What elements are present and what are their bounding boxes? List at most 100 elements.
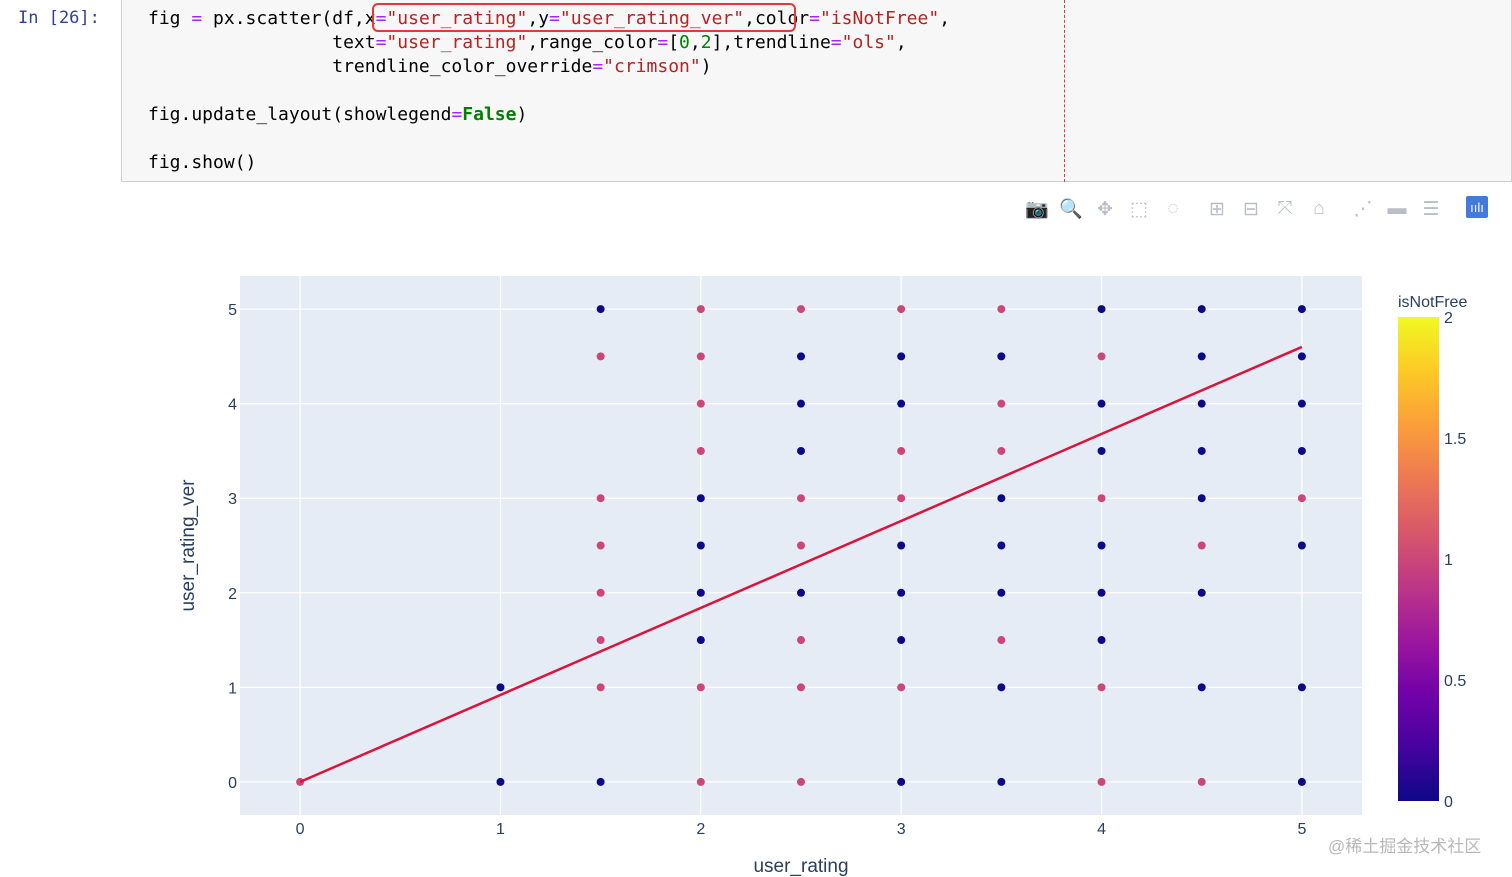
scatter-point bbox=[1097, 636, 1106, 645]
scatter-point bbox=[1197, 494, 1206, 503]
scatter-point bbox=[1197, 541, 1206, 550]
scatter-point bbox=[1097, 541, 1106, 550]
scatter-point bbox=[1297, 352, 1306, 361]
scatter-point bbox=[897, 636, 906, 645]
scatter-point bbox=[1197, 683, 1206, 692]
y-axis-title: user_rating_ver bbox=[178, 479, 199, 612]
scatter-point bbox=[797, 636, 805, 645]
x-tick-label: 1 bbox=[496, 821, 505, 838]
scatter-point bbox=[696, 636, 705, 645]
scatter-point bbox=[1197, 399, 1206, 408]
scatter-point bbox=[1097, 683, 1106, 692]
scatter-point bbox=[1097, 777, 1106, 786]
scatter-point bbox=[1297, 494, 1306, 503]
x-tick-label: 2 bbox=[696, 821, 705, 838]
scatter-point bbox=[1197, 305, 1206, 314]
scatter-point bbox=[1197, 446, 1206, 455]
x-tick-label: 3 bbox=[897, 821, 906, 838]
scatter-point bbox=[696, 305, 705, 314]
scatter-point bbox=[496, 777, 505, 786]
scatter-point bbox=[997, 352, 1006, 361]
y-tick-label: 1 bbox=[228, 680, 237, 697]
scatter-point bbox=[997, 636, 1006, 645]
scatter-point bbox=[997, 494, 1006, 503]
x-axis-title: user_rating bbox=[753, 856, 848, 877]
scatter-point bbox=[1097, 305, 1106, 314]
y-tick-label: 3 bbox=[228, 491, 237, 508]
x-tick-label: 0 bbox=[296, 821, 305, 838]
scatter-point bbox=[997, 305, 1006, 314]
scatter-point bbox=[1297, 541, 1306, 550]
scatter-point bbox=[696, 494, 705, 503]
scatter-point bbox=[696, 352, 705, 361]
scatter-point bbox=[1197, 777, 1206, 786]
scatter-point bbox=[797, 683, 805, 692]
scatter-point bbox=[997, 588, 1006, 597]
colorbar bbox=[1398, 317, 1439, 801]
scatter-point bbox=[797, 588, 805, 597]
scatter-point bbox=[1097, 352, 1106, 361]
scatter-point bbox=[1297, 683, 1306, 692]
scatter-point bbox=[897, 777, 906, 786]
scatter-point bbox=[596, 683, 605, 692]
x-tick-label: 4 bbox=[1097, 821, 1106, 838]
colorbar-tick-label: 0.5 bbox=[1444, 673, 1466, 690]
scatter-point bbox=[1097, 446, 1106, 455]
scatter-point bbox=[897, 446, 906, 455]
colorbar-tick-label: 0 bbox=[1444, 794, 1453, 811]
scatter-point bbox=[596, 352, 605, 361]
scatter-point bbox=[596, 494, 605, 503]
scatter-point bbox=[897, 541, 906, 550]
scatter-point bbox=[696, 683, 705, 692]
scatter-point bbox=[897, 305, 906, 314]
scatter-point bbox=[1097, 494, 1106, 503]
scatter-point bbox=[496, 683, 505, 692]
scatter-point bbox=[596, 305, 605, 314]
scatter-point bbox=[596, 588, 605, 597]
scatter-point bbox=[897, 494, 906, 503]
scatter-point bbox=[997, 446, 1006, 455]
scatter-point bbox=[797, 494, 805, 503]
colorbar-title: isNotFree bbox=[1398, 294, 1467, 311]
scatter-point bbox=[1197, 588, 1206, 597]
scatter-point bbox=[1297, 446, 1306, 455]
scatter-point bbox=[997, 541, 1006, 550]
scatter-point bbox=[797, 541, 805, 550]
scatter-point bbox=[797, 446, 805, 455]
scatter-point bbox=[1297, 777, 1306, 786]
y-tick-label: 0 bbox=[228, 775, 237, 792]
scatter-point bbox=[897, 399, 906, 408]
scatter-point bbox=[997, 399, 1006, 408]
x-tick-label: 5 bbox=[1297, 821, 1306, 838]
scatter-point bbox=[596, 541, 605, 550]
scatter-point bbox=[696, 446, 705, 455]
scatter-point bbox=[897, 588, 906, 597]
scatter-point bbox=[596, 777, 605, 786]
colorbar-tick-label: 1 bbox=[1444, 552, 1453, 569]
colorbar-tick-label: 2 bbox=[1444, 310, 1453, 327]
scatter-point bbox=[1297, 305, 1306, 314]
scatter-point bbox=[797, 399, 805, 408]
y-tick-label: 2 bbox=[228, 586, 237, 603]
scatter-point bbox=[1197, 352, 1206, 361]
watermark: @稀土掘金技术社区 bbox=[1328, 837, 1482, 856]
colorbar-tick-label: 1.5 bbox=[1444, 431, 1466, 448]
scatter-point bbox=[897, 352, 906, 361]
scatter-point bbox=[797, 305, 805, 314]
scatter-point bbox=[797, 352, 805, 361]
scatter-point bbox=[596, 636, 605, 645]
scatter-chart: 0 1 2 3 4 5 0 1 2 3 4 5 user_rating user_rating_ver is… bbox=[178, 276, 1467, 877]
scatter-point bbox=[997, 777, 1006, 786]
scatter-point bbox=[1097, 588, 1106, 597]
scatter-point bbox=[797, 777, 805, 786]
y-tick-label: 4 bbox=[228, 397, 237, 414]
y-tick-label: 5 bbox=[228, 302, 237, 319]
scatter-point bbox=[696, 541, 705, 550]
scatter-point bbox=[696, 777, 705, 786]
scatter-point bbox=[1297, 399, 1306, 408]
scatter-point bbox=[696, 399, 705, 408]
scatter-point bbox=[696, 588, 705, 597]
scatter-point bbox=[897, 683, 906, 692]
scatter-point bbox=[997, 683, 1006, 692]
scatter-point bbox=[1097, 399, 1106, 408]
